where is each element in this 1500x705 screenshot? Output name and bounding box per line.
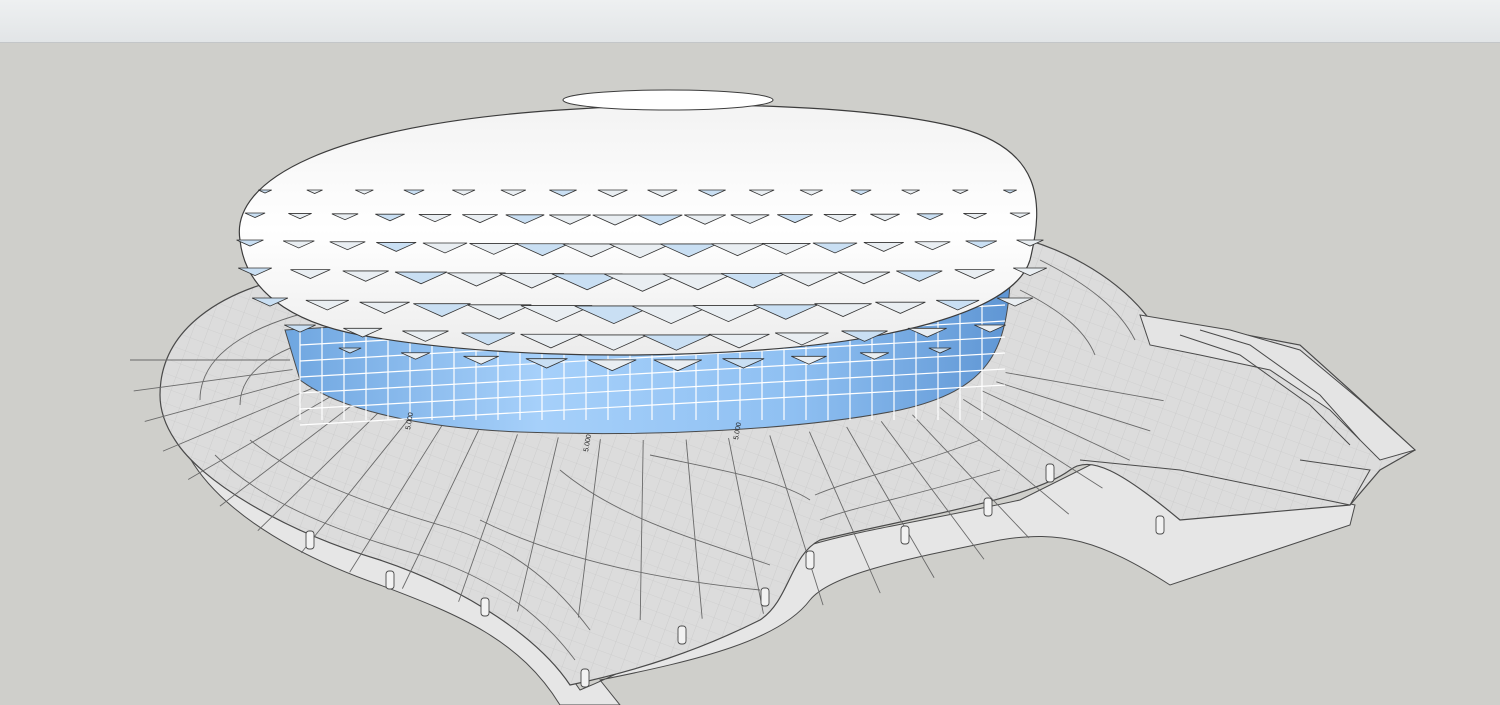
- top-toolbar-strip: [0, 0, 1500, 43]
- column: [760, 587, 770, 607]
- column: [1045, 463, 1055, 483]
- column: [305, 530, 315, 550]
- sketchup-window: 5.000 5.000 5.000: [0, 0, 1500, 705]
- stadium-model-render[interactable]: 5.000 5.000 5.000: [0, 43, 1500, 705]
- column: [983, 497, 993, 517]
- column: [385, 570, 395, 590]
- column: [900, 525, 910, 545]
- column: [480, 597, 490, 617]
- roof-shell: [238, 104, 1038, 356]
- column: [1155, 515, 1165, 535]
- column: [805, 550, 815, 570]
- column: [677, 625, 687, 645]
- column: [580, 668, 590, 688]
- roof-oculus: [562, 89, 774, 111]
- 3d-model-viewport[interactable]: 5.000 5.000 5.000: [0, 43, 1500, 705]
